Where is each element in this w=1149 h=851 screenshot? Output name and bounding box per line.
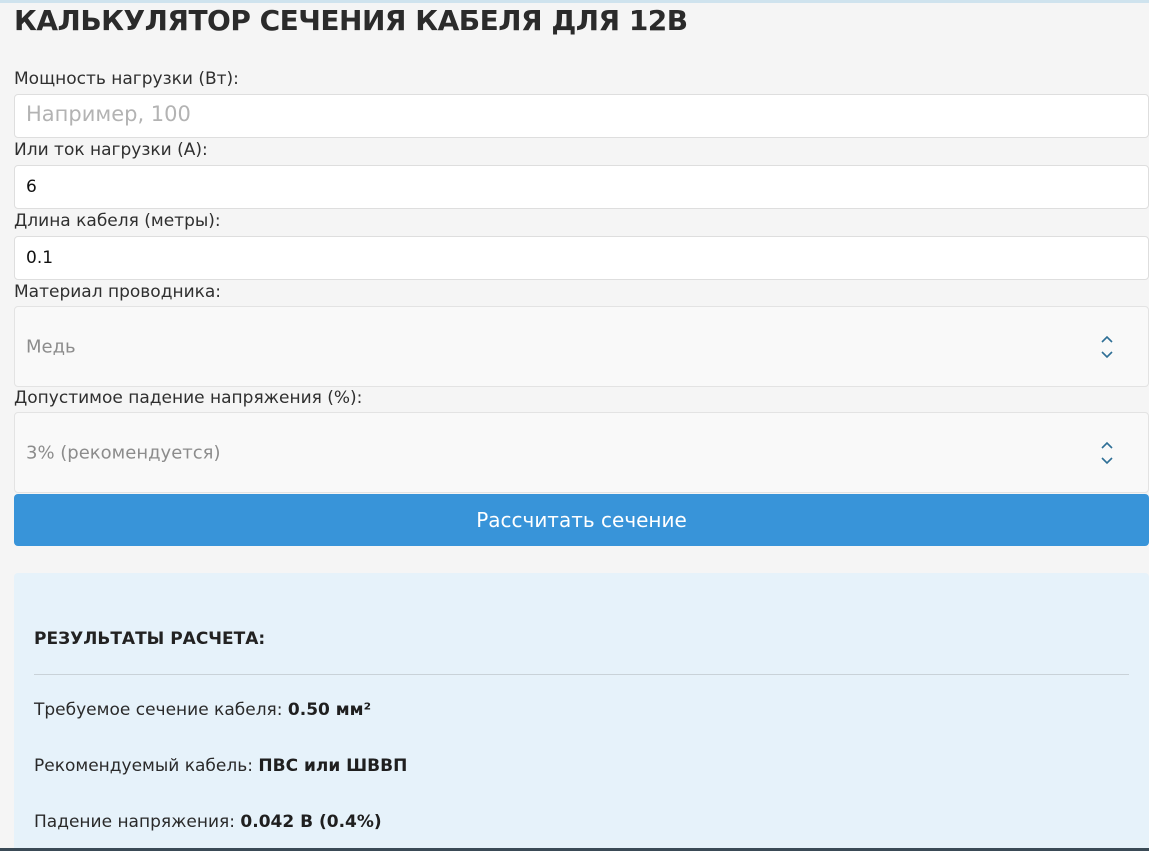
material-label: Материал проводника: [14,282,222,302]
results-heading: РЕЗУЛЬТАТЫ РАСЧЕТА: [34,629,266,649]
current-input[interactable] [14,165,1149,209]
calculate-button[interactable]: Рассчитать сечение [14,494,1149,546]
result-cross-section: Требуемое сечение кабеля: 0.50 мм² [34,700,371,720]
select-arrows-icon [1101,441,1113,464]
result-cable: Рекомендуемый кабель: ПВС или ШВВП [34,756,407,776]
results-panel: РЕЗУЛЬТАТЫ РАСЧЕТА: Требуемое сечение ка… [14,573,1149,851]
top-border [0,0,1149,3]
current-label: Или ток нагрузки (А): [14,140,208,160]
length-label: Длина кабеля (метры): [14,211,221,231]
power-label: Мощность нагрузки (Вт): [14,69,239,89]
voltage-drop-selected-value: 3% (рекомендуется) [26,442,221,463]
result-voltage-drop: Падение напряжения: 0.042 В (0.4%) [34,812,382,832]
material-select[interactable]: Медь [14,306,1149,387]
voltage-drop-select[interactable]: 3% (рекомендуется) [14,412,1149,493]
results-divider [34,674,1129,675]
result-voltage-drop-value: 0.042 В (0.4%) [240,812,382,832]
select-arrows-icon [1101,335,1113,358]
result-cable-label: Рекомендуемый кабель: [34,756,259,776]
material-selected-value: Медь [26,336,76,357]
result-cross-section-value: 0.50 мм² [287,700,372,720]
result-cross-section-label: Требуемое сечение кабеля: [34,700,288,720]
power-input[interactable] [14,94,1149,138]
result-cable-value: ПВС или ШВВП [258,756,408,776]
page-title: КАЛЬКУЛЯТОР СЕЧЕНИЯ КАБЕЛЯ ДЛЯ 12В [14,4,688,37]
length-input[interactable] [14,236,1149,280]
result-voltage-drop-label: Падение напряжения: [34,812,241,832]
voltage-drop-label: Допустимое падение напряжения (%): [14,388,363,408]
